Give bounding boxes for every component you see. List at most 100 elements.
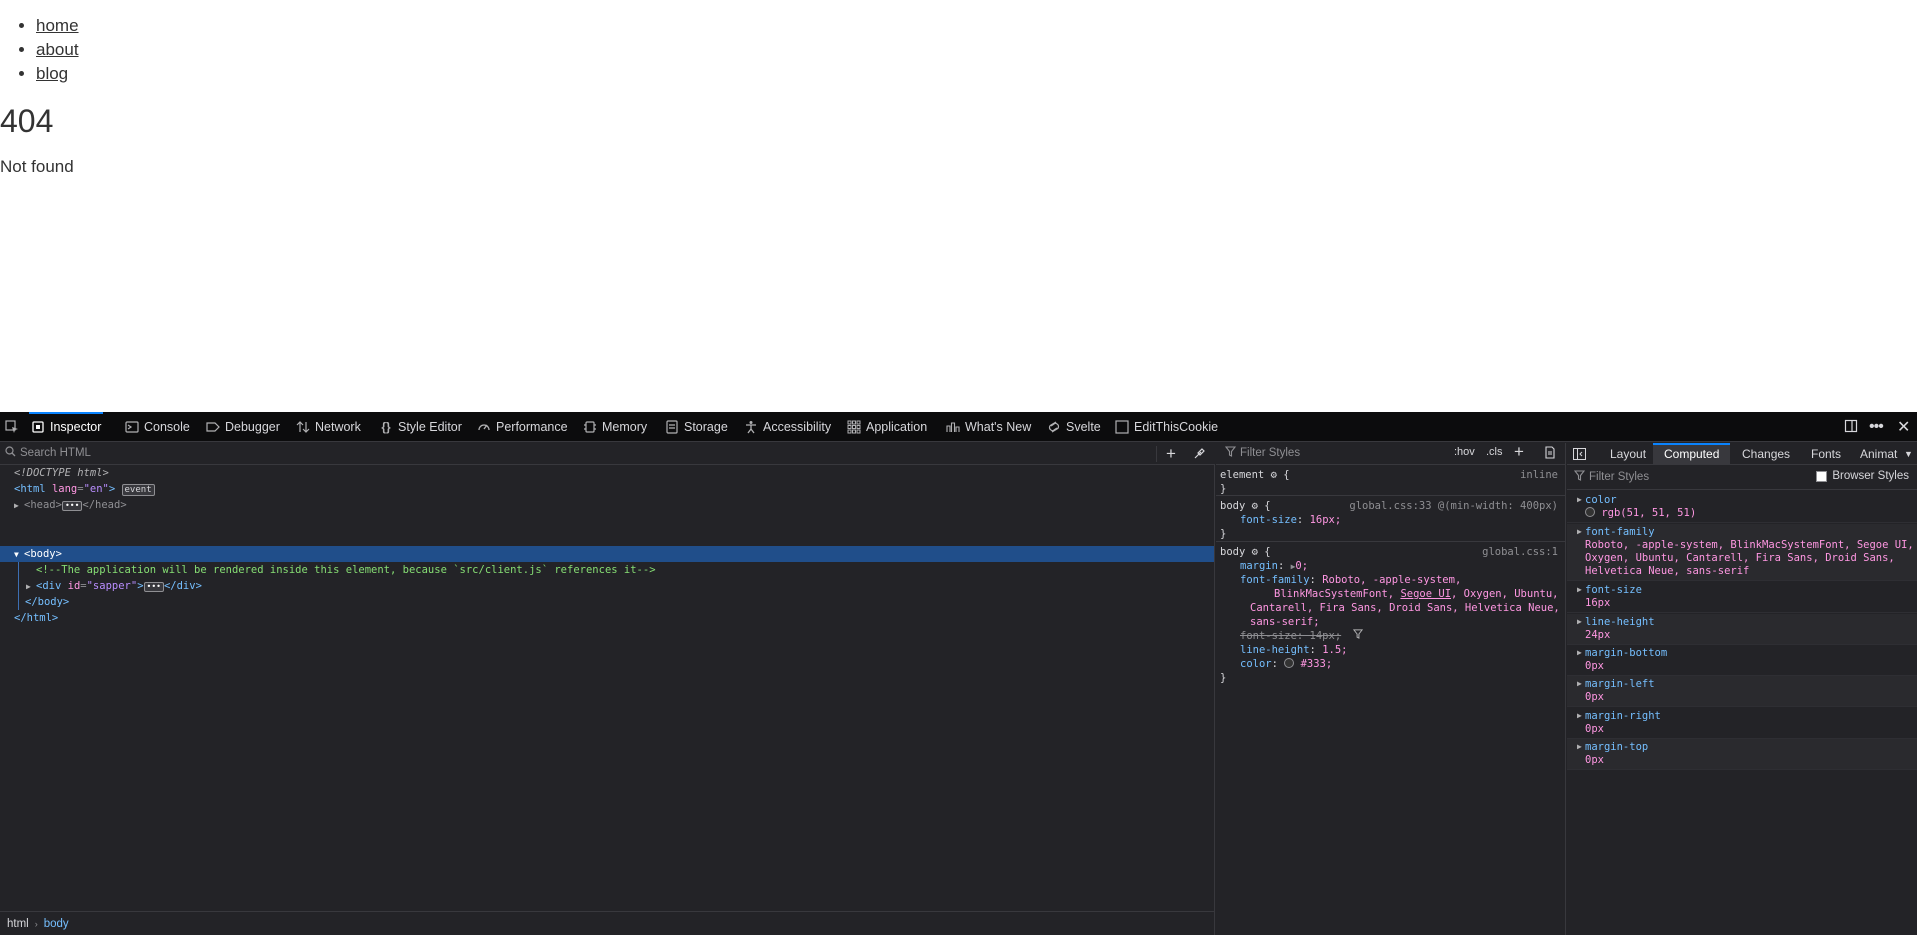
- dock-side-button[interactable]: [1844, 412, 1858, 442]
- breadcrumb-item-html[interactable]: html: [7, 918, 29, 930]
- tab-accessibility[interactable]: Accessibility: [744, 412, 831, 442]
- cls-toggle[interactable]: .cls: [1486, 446, 1503, 458]
- computed-prop-font-family[interactable]: ▶ font-family Roboto, -apple-system, Bli…: [1567, 524, 1917, 581]
- element-picker-button[interactable]: [5, 412, 19, 442]
- tab-svelte[interactable]: Svelte: [1047, 412, 1101, 442]
- color-swatch[interactable]: [1585, 507, 1595, 517]
- head-node[interactable]: ▶ <head> ••• </head>: [14, 497, 127, 513]
- expand-arrow-icon[interactable]: ▶: [1577, 711, 1582, 720]
- filter-icon[interactable]: [1353, 629, 1364, 642]
- overridden-declaration[interactable]: font-size: 14px;: [1240, 630, 1341, 642]
- property-value[interactable]: , Oxygen, Ubuntu,: [1451, 588, 1558, 600]
- expand-arrow-icon[interactable]: ▶: [26, 579, 36, 595]
- filter-styles-input[interactable]: Filter Styles: [1240, 447, 1300, 459]
- expand-arrow-icon[interactable]: ▶: [1577, 648, 1582, 657]
- tab-changes[interactable]: Changes: [1736, 443, 1796, 465]
- color-swatch[interactable]: [1284, 658, 1295, 668]
- computed-prop-margin-left[interactable]: ▶ margin-left 0px: [1567, 676, 1917, 707]
- property-name[interactable]: color: [1240, 658, 1272, 670]
- more-options-button[interactable]: •••: [1869, 412, 1884, 442]
- computed-prop-margin-top[interactable]: ▶ margin-top 0px: [1567, 739, 1917, 770]
- collapsed-ellipsis[interactable]: •••: [143, 582, 164, 592]
- nav-link-blog[interactable]: blog: [36, 64, 68, 83]
- print-media-button[interactable]: [1544, 446, 1556, 462]
- computed-prop-color[interactable]: ▶ color rgb(51, 51, 51): [1567, 492, 1917, 523]
- tab-fonts[interactable]: Fonts: [1805, 443, 1847, 465]
- toggle-pane-button[interactable]: [1573, 443, 1586, 465]
- computed-prop-margin-right[interactable]: ▶ margin-right 0px: [1567, 708, 1917, 739]
- expand-arrow-icon[interactable]: ▶: [1577, 585, 1582, 594]
- tab-network[interactable]: Network: [296, 412, 361, 442]
- div-sapper-node[interactable]: ▶ <div id="sapper"> ••• </div>: [26, 578, 202, 594]
- expand-arrow-icon[interactable]: ▶: [1577, 679, 1582, 688]
- gear-icon[interactable]: ⚙: [1252, 500, 1258, 512]
- tab-inspector[interactable]: Inspector: [28, 412, 104, 442]
- computed-prop-margin-bottom[interactable]: ▶ margin-bottom 0px: [1567, 645, 1917, 676]
- tab-performance[interactable]: Performance: [477, 412, 568, 442]
- browser-styles-checkbox[interactable]: Browser Styles: [1816, 470, 1909, 482]
- tab-animations[interactable]: Animat: [1854, 443, 1903, 465]
- tab-console[interactable]: Console: [125, 412, 190, 442]
- computed-filter-input[interactable]: Filter Styles: [1589, 471, 1649, 483]
- tab-computed[interactable]: Computed: [1653, 443, 1731, 465]
- nav-link-home[interactable]: home: [36, 16, 79, 35]
- tab-storage[interactable]: Storage: [665, 412, 728, 442]
- property-value[interactable]: #333;: [1301, 658, 1333, 670]
- gear-icon[interactable]: ⚙: [1271, 469, 1277, 481]
- checkbox-box[interactable]: [1816, 470, 1828, 482]
- property-name[interactable]: font-size: [1240, 514, 1297, 526]
- property-value[interactable]: BlinkMacSystemFont,: [1274, 588, 1400, 600]
- hov-toggle[interactable]: :hov: [1454, 446, 1475, 458]
- expand-arrow-icon[interactable]: ▶: [1577, 495, 1582, 504]
- declaration[interactable]: line-height: 1.5;: [1220, 643, 1562, 657]
- nav-link-about[interactable]: about: [36, 40, 79, 59]
- breadcrumb-item-body[interactable]: body: [44, 918, 69, 930]
- property-value[interactable]: 0;: [1295, 560, 1308, 572]
- tab-whats-new[interactable]: What's New: [946, 412, 1031, 442]
- property-value[interactable]: Cantarell, Fira Sans, Droid Sans, Helvet…: [1250, 602, 1560, 614]
- declaration[interactable]: font-family: Roboto, -apple-system,: [1220, 573, 1562, 587]
- expand-arrow-icon[interactable]: ▶: [1577, 617, 1582, 626]
- collapse-arrow-icon[interactable]: ▼: [14, 547, 24, 563]
- tab-application[interactable]: Application: [847, 412, 927, 442]
- comment-node[interactable]: <!--The application will be rendered ins…: [36, 562, 656, 578]
- property-name[interactable]: font-family: [1240, 574, 1310, 586]
- declaration[interactable]: font-size: 16px;: [1220, 513, 1562, 527]
- declaration[interactable]: margin: ▶0;: [1220, 559, 1562, 573]
- computed-prop-line-height[interactable]: ▶ line-height 24px: [1567, 614, 1917, 645]
- property-value[interactable]: 16px;: [1310, 514, 1342, 526]
- eyedropper-button[interactable]: [1193, 447, 1206, 463]
- tabs-overflow-chevron-down-icon[interactable]: ▼: [1904, 443, 1913, 465]
- expand-arrow-icon[interactable]: ▶: [1577, 742, 1582, 751]
- html-node[interactable]: <html lang="en"> event: [14, 481, 155, 497]
- property-name[interactable]: line-height: [1240, 644, 1310, 656]
- add-node-button[interactable]: +: [1166, 443, 1176, 465]
- search-input[interactable]: Search HTML: [20, 447, 91, 459]
- tab-style-editor[interactable]: {} Style Editor: [379, 412, 462, 442]
- doctype-node[interactable]: <!DOCTYPE html>: [14, 465, 109, 481]
- tab-layout[interactable]: Layout: [1604, 443, 1652, 465]
- property-name[interactable]: margin: [1240, 560, 1278, 572]
- add-rule-button[interactable]: +: [1514, 442, 1524, 462]
- expand-arrow-icon[interactable]: ▶: [1577, 527, 1582, 536]
- declaration-overridden[interactable]: font-size: 14px;: [1220, 629, 1562, 643]
- gear-icon[interactable]: ⚙: [1252, 546, 1258, 558]
- declaration[interactable]: color: #333;: [1220, 657, 1562, 671]
- computed-prop-font-size[interactable]: ▶ font-size 16px: [1567, 582, 1917, 613]
- tab-memory[interactable]: Memory: [583, 412, 647, 442]
- property-value[interactable]: sans-serif;: [1250, 616, 1320, 628]
- rule-source[interactable]: global.css:33 @(min-width: 400px): [1349, 499, 1558, 513]
- collapsed-ellipsis[interactable]: •••: [61, 501, 83, 511]
- font-link[interactable]: Segoe UI: [1400, 588, 1451, 600]
- tab-editthiscookie[interactable]: EditThisCookie: [1115, 412, 1218, 442]
- expand-arrow-icon[interactable]: ▶: [14, 498, 24, 514]
- tab-debugger[interactable]: Debugger: [206, 412, 280, 442]
- property-value[interactable]: Roboto, -apple-system,: [1322, 574, 1461, 586]
- rule-source[interactable]: global.css:1: [1482, 545, 1558, 559]
- body-node[interactable]: ▼ <body>: [14, 546, 62, 562]
- close-devtools-button[interactable]: ✕: [1897, 412, 1910, 442]
- property-value[interactable]: 1.5;: [1322, 644, 1347, 656]
- console-icon: [125, 420, 139, 434]
- rule-source[interactable]: inline: [1520, 468, 1558, 482]
- event-badge[interactable]: event: [121, 484, 155, 496]
